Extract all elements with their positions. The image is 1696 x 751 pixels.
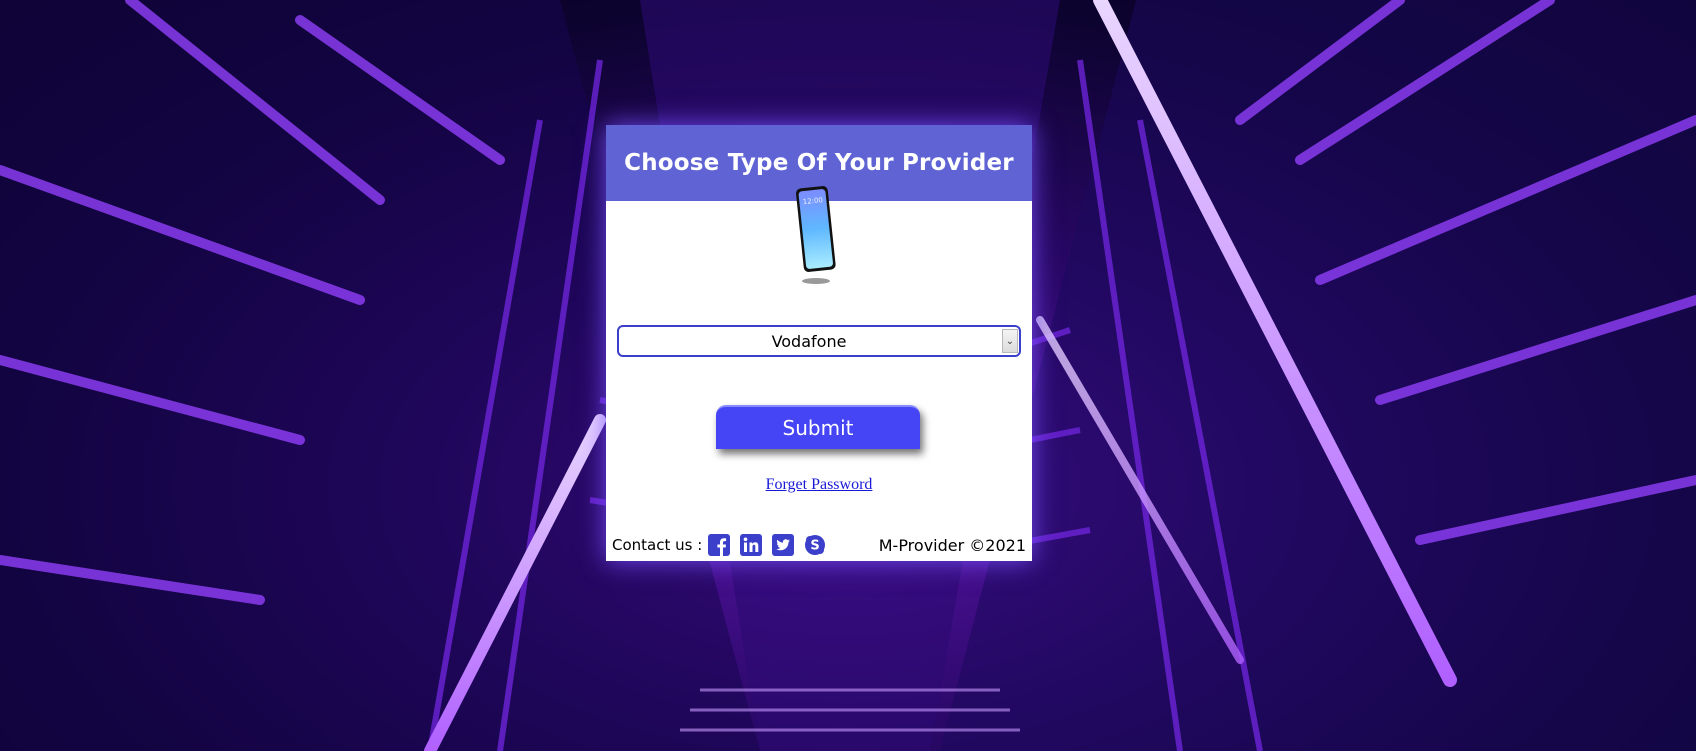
submit-button[interactable]: Submit (716, 405, 920, 449)
provider-card: Choose Type Of Your Provider 12:00 Vodaf… (606, 125, 1032, 561)
contact-label: Contact us : (612, 536, 703, 554)
linkedin-icon[interactable] (740, 534, 763, 556)
copyright-text: M-Provider ©2021 (878, 535, 1026, 555)
provider-select-value: Vodafone (771, 331, 847, 351)
forget-password-link[interactable]: Forget Password (606, 476, 1032, 494)
svg-text:S: S (811, 539, 820, 554)
card-footer: Contact us : S M-Provider ©2021 (612, 532, 1026, 558)
card-title: Choose Type Of Your Provider (624, 150, 1014, 176)
provider-select[interactable]: Vodafone ⌄ (617, 325, 1021, 357)
skype-icon[interactable]: S (804, 534, 826, 556)
twitter-icon[interactable] (772, 534, 795, 556)
facebook-icon[interactable] (708, 534, 731, 556)
chevron-down-icon[interactable]: ⌄ (1002, 329, 1018, 353)
phone-icon: 12:00 (786, 183, 846, 287)
